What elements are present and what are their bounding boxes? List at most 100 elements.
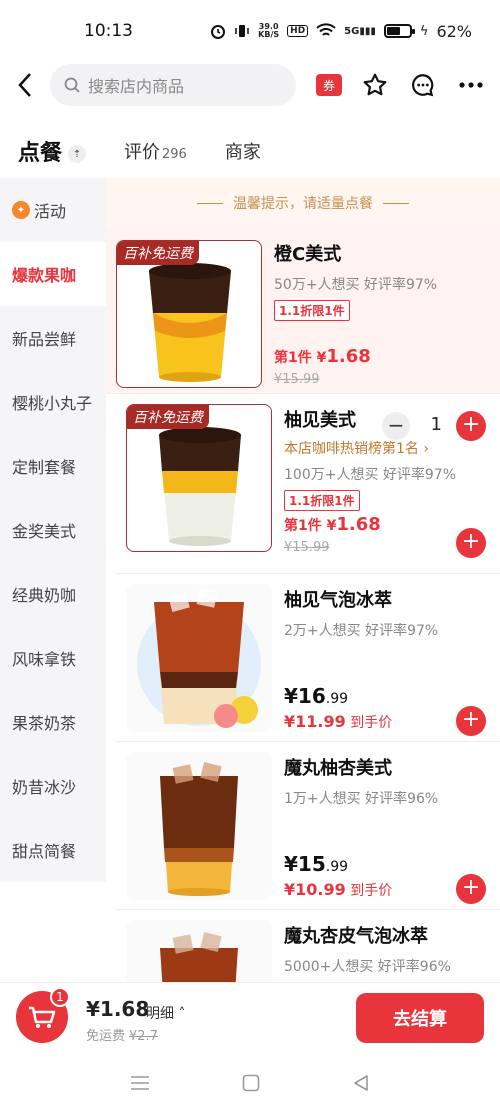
battery-percent: 62% xyxy=(436,21,472,41)
coupon-button[interactable]: 券 xyxy=(316,74,342,96)
product-meta: 50万+人想买 好评率97% xyxy=(274,277,438,293)
hd-icon: HD xyxy=(287,25,309,37)
sidebar-item-dessert[interactable]: 甜点简餐 xyxy=(0,818,106,882)
signal-icon: 5G▮▮▮ xyxy=(344,25,376,37)
product-image[interactable] xyxy=(126,584,272,732)
promo-badge: 百补免运费 xyxy=(117,241,199,265)
product-info: 魔丸柚杏美式 1万+人想买 好评率96% xyxy=(284,754,490,808)
sidebar-item-shake[interactable]: 奶昔冰沙 xyxy=(0,754,106,818)
delivery-fee: 免运费 ¥2.7 xyxy=(86,1029,158,1044)
net-speed: 39.0 KB/S xyxy=(258,22,280,39)
back-button[interactable] xyxy=(0,62,50,108)
product-image[interactable] xyxy=(126,752,272,900)
favorite-button[interactable] xyxy=(360,70,390,100)
product-card[interactable]: 魔丸柚杏美式 1万+人想买 好评率96% ¥15.99 ¥10.99 到手价 + xyxy=(116,742,500,910)
battery-icon xyxy=(383,24,415,38)
product-name: 魔丸柚杏美式 xyxy=(284,758,392,779)
system-nav-bar xyxy=(0,1054,500,1111)
product-card[interactable]: 百补免运费 橙C美式 50万+人想买 好评率97% 1.1折限1件 第1件 ¥1… xyxy=(106,228,500,441)
collapse-icon: ⇡ xyxy=(68,145,87,163)
search-icon xyxy=(64,77,80,93)
cart-count-badge: 1 xyxy=(50,987,70,1007)
net-price: ¥11.99 到手价 xyxy=(284,712,393,731)
tab-merchant[interactable]: 商家 xyxy=(225,138,261,164)
product-info: 魔丸杏皮气泡冰萃 5000+人想买 好评率96% xyxy=(284,922,490,976)
sidebar-item-latte[interactable]: 风味拿铁 xyxy=(0,626,106,690)
sidebar-item-fruit-tea[interactable]: 果茶奶茶 xyxy=(0,690,106,754)
add-button[interactable]: + xyxy=(456,874,486,904)
sidebar-item-americano[interactable]: 金奖美式 xyxy=(0,498,106,562)
menu-icon[interactable] xyxy=(130,1075,150,1091)
product-name: 柚见美式 xyxy=(284,410,356,431)
wifi-icon xyxy=(316,23,336,36)
shopping-cart-icon xyxy=(29,1006,56,1028)
product-list: 温馨提示，请适量点餐 百补免运费 橙C美式 50万+人想买 好评率97% 1.1… xyxy=(106,178,500,982)
more-button[interactable] xyxy=(456,70,486,100)
product-meta: 5000+人想买 好评率96% xyxy=(284,959,451,975)
reviews-count: 296 xyxy=(162,147,187,162)
home-icon[interactable] xyxy=(242,1074,260,1092)
search-placeholder: 搜索店内商品 xyxy=(88,77,185,96)
chat-icon xyxy=(412,74,434,97)
promo-badge: 百补免运费 xyxy=(127,405,209,429)
tip-banner: 温馨提示，请适量点餐 xyxy=(106,178,500,228)
add-button[interactable]: + xyxy=(456,706,486,736)
product-info: 柚见气泡冰萃 2万+人想买 好评率97% xyxy=(284,586,490,640)
sidebar-item-milk-coffee[interactable]: 经典奶咖 xyxy=(0,562,106,626)
store-tabs: 点餐 ⇡ 评价 296 商家 xyxy=(0,126,500,176)
product-card[interactable]: 魔丸杏皮气泡冰萃 5000+人想买 好评率96% xyxy=(116,910,500,982)
category-sidebar: ✦ 活动 爆款果咖 新品尝鲜 樱桃小丸子 定制套餐 金奖美式 经典奶咖 风味拿铁 … xyxy=(0,178,106,882)
discount-tag: 1.1折限1件 xyxy=(284,490,360,511)
product-price: 第1件 ¥1.68 xyxy=(274,346,371,367)
status-time: 10:13 xyxy=(84,21,133,41)
star-icon xyxy=(363,73,387,96)
apricot-sparkling-cold-brew-image xyxy=(160,932,238,982)
sidebar-item-hot-fruit-coffee[interactable]: 爆款果咖 xyxy=(0,242,106,306)
more-icon xyxy=(459,82,483,88)
product-card[interactable]: 百补免运费 柚见美式 本店咖啡热销榜第1名 › 100万+人想买 好评率97% … xyxy=(116,394,500,574)
product-image[interactable] xyxy=(126,920,272,982)
sparkling-cold-brew-image xyxy=(137,588,261,728)
product-image[interactable]: 百补免运费 xyxy=(116,240,262,388)
customer-service-button[interactable] xyxy=(408,70,438,100)
net-price: ¥10.99 到手价 xyxy=(284,880,393,899)
store-header: 搜索店内商品 券 xyxy=(0,62,500,108)
chevron-left-icon xyxy=(18,73,31,97)
product-info: 橙C美式 50万+人想买 好评率97% 1.1折限1件 xyxy=(274,240,490,321)
search-input[interactable]: 搜索店内商品 xyxy=(50,64,296,106)
status-bar: 10:13 39.0 KB/S HD 5G▮▮▮ ϟ 62% xyxy=(0,0,500,62)
tab-reviews[interactable]: 评价 296 xyxy=(124,138,187,164)
original-price: ¥15.99 xyxy=(274,372,320,387)
charging-icon: ϟ xyxy=(419,23,429,39)
product-meta: 2万+人想买 好评率97% xyxy=(284,623,439,639)
back-nav-icon[interactable] xyxy=(352,1074,370,1092)
product-name: 橙C美式 xyxy=(274,244,342,265)
ranking-link[interactable]: 本店咖啡热销榜第1名 › xyxy=(284,438,490,458)
orange-apricot-americano-image xyxy=(160,762,238,896)
product-name: 柚见气泡冰萃 xyxy=(284,590,392,611)
product-price: ¥16.99 xyxy=(284,684,349,708)
product-meta: 1万+人想买 好评率96% xyxy=(284,791,439,807)
sidebar-item-new[interactable]: 新品尝鲜 xyxy=(0,306,106,370)
add-button[interactable]: + xyxy=(456,528,486,558)
sidebar-item-custom-set[interactable]: 定制套餐 xyxy=(0,434,106,498)
product-meta: 100万+人想买 好评率97% xyxy=(284,467,457,483)
sidebar-item-activity[interactable]: ✦ 活动 xyxy=(0,178,106,242)
sidebar-item-cherry[interactable]: 樱桃小丸子 xyxy=(0,370,106,434)
price-detail-button[interactable]: 明细 ˄ xyxy=(146,1003,185,1023)
vibrate-icon xyxy=(235,25,249,37)
cart-total: ¥1.68 xyxy=(86,997,150,1021)
product-price: ¥15.99 xyxy=(284,852,349,876)
alarm-icon xyxy=(211,25,226,39)
product-name: 魔丸杏皮气泡冰萃 xyxy=(284,926,428,947)
original-price: ¥15.99 xyxy=(284,540,330,555)
product-info: 柚见美式 本店咖啡热销榜第1名 › 100万+人想买 好评率97% 1.1折限1… xyxy=(284,406,490,511)
activity-icon: ✦ xyxy=(12,201,30,219)
product-image[interactable]: 百补免运费 xyxy=(126,404,272,552)
checkout-button[interactable]: 去结算 xyxy=(356,993,484,1043)
product-price: 第1件 ¥1.68 xyxy=(284,514,381,535)
product-card[interactable]: 柚见气泡冰萃 2万+人想买 好评率97% ¥16.99 ¥11.99 到手价 + xyxy=(116,574,500,742)
discount-tag: 1.1折限1件 xyxy=(274,300,350,321)
cart-bar: 1 ¥1.68 明细 ˄ 免运费 ¥2.7 去结算 xyxy=(0,982,500,1054)
tab-order[interactable]: 点餐 ⇡ xyxy=(18,135,87,167)
